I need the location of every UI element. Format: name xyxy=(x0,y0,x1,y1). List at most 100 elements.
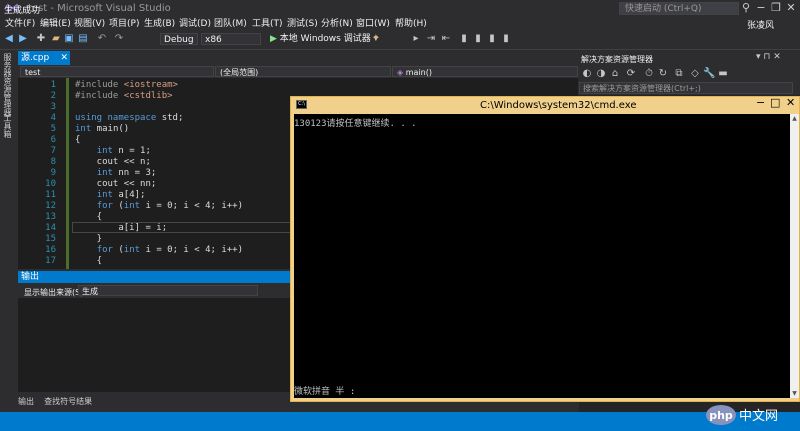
output-text-area[interactable] xyxy=(18,298,293,392)
solution-explorer-search-input[interactable]: 搜索解决方案资源管理器(Ctrl+;) xyxy=(579,82,793,94)
php-watermark-logo: php 中文网 xyxy=(706,405,778,425)
toolbox-tab[interactable]: 工具箱 xyxy=(2,114,13,138)
cmd-window-title: C:\Windows\system32\cmd.exe xyxy=(480,100,637,111)
refresh-icon[interactable]: ↻ xyxy=(657,68,669,80)
new-project-icon[interactable]: ✚ xyxy=(35,33,47,45)
menu-tools[interactable]: 工具(T) xyxy=(252,18,283,30)
cmd-maximize-icon[interactable]: □ xyxy=(770,96,780,110)
menu-build[interactable]: 生成(B) xyxy=(144,18,175,30)
outdent-icon[interactable]: ⇤ xyxy=(440,33,452,45)
bookmark-icon[interactable]: ▮ xyxy=(458,33,470,45)
home-icon[interactable]: ⌂ xyxy=(609,68,621,80)
member-select[interactable]: ◈ main() xyxy=(392,66,578,77)
indent-icon[interactable]: ⇥ xyxy=(425,33,437,45)
menu-view[interactable]: 视图(V) xyxy=(74,18,105,30)
clear-bookmarks-icon[interactable]: ▮ xyxy=(500,33,512,45)
start-debugging-button[interactable]: ▶ 本地 Windows 调试器 ▾ xyxy=(270,33,378,45)
close-icon[interactable]: ✕ xyxy=(782,0,800,16)
step-icon[interactable]: ▸ xyxy=(410,33,422,45)
open-file-icon[interactable]: ▰ xyxy=(50,33,62,45)
code-line: a[i] = i; xyxy=(75,223,168,233)
code-line: int n = 1; xyxy=(96,146,151,156)
toolbar: ◀ ▶ ✚ ▰ ▣ ▤ ↶ ↷ Debug x86 ▶ 本地 Windows 调… xyxy=(0,31,800,50)
menu-bar: 文件(F) 编辑(E) 视图(V) 项目(P) 生成(B) 调试(D) 团队(M… xyxy=(0,18,800,30)
server-explorer-tab[interactable]: 服务器资源管理器 xyxy=(2,53,13,117)
undo-icon[interactable]: ↶ xyxy=(96,33,108,45)
forward-icon[interactable]: ◑ xyxy=(595,68,607,80)
cmd-vertical-scrollbar[interactable]: ▲ ▼ xyxy=(790,114,799,398)
show-all-files-icon[interactable]: ◇ xyxy=(689,68,701,80)
solution-configuration-select[interactable]: Debug xyxy=(160,33,198,45)
menu-window[interactable]: 窗口(W) xyxy=(356,18,390,30)
find-symbol-results-tab[interactable]: 查找符号结果 xyxy=(44,397,92,406)
code-line: #include <iostream> xyxy=(75,80,178,90)
attach-icon[interactable]: ✦ xyxy=(370,33,382,45)
menu-test[interactable]: 测试(S) xyxy=(287,18,318,30)
solution-platform-select[interactable]: x86 xyxy=(201,33,261,45)
menu-debug[interactable]: 调试(D) xyxy=(179,18,211,30)
scope-select[interactable]: (全局范围) xyxy=(215,66,391,77)
menu-edit[interactable]: 编辑(E) xyxy=(40,18,71,30)
php-logo-text: php xyxy=(709,409,733,422)
line-number: 3 xyxy=(50,102,56,112)
code-line: } xyxy=(75,234,103,244)
search-icon[interactable]: ⚲ xyxy=(742,1,750,14)
redo-icon[interactable]: ↷ xyxy=(113,33,125,45)
cmd-app-icon[interactable]: C:\ xyxy=(296,100,307,109)
line-number: 11 xyxy=(45,190,56,200)
cmd-minimize-icon[interactable]: − xyxy=(756,96,765,110)
collapse-all-icon[interactable]: ⧉ xyxy=(673,68,685,80)
code-line: using namespace std; xyxy=(75,113,184,123)
menu-help[interactable]: 帮助(H) xyxy=(395,18,427,30)
line-number: 17 xyxy=(45,256,56,266)
output-panel-header[interactable]: 输出 xyxy=(18,271,293,283)
quick-launch-input[interactable]: 快速启动 (Ctrl+Q) xyxy=(619,2,739,15)
output-tab[interactable]: 输出 xyxy=(18,397,34,406)
left-tool-strip: 服务器资源管理器 工具箱 xyxy=(0,50,16,395)
code-line: cout << nn; xyxy=(75,179,157,189)
scroll-down-icon[interactable]: ▼ xyxy=(790,389,799,398)
properties-icon[interactable]: 🔧 xyxy=(703,68,715,80)
code-line: { xyxy=(75,135,81,145)
prev-bookmark-icon[interactable]: ▮ xyxy=(472,33,484,45)
editor-navigation-bar: test (全局范围) ◈ main() xyxy=(18,65,578,79)
code-line: int main() xyxy=(75,124,130,134)
project-select[interactable]: test xyxy=(20,66,214,77)
output-source-select[interactable]: 生成 xyxy=(78,285,258,296)
menu-team[interactable]: 团队(M) xyxy=(214,18,247,30)
save-icon[interactable]: ▣ xyxy=(63,33,75,45)
next-bookmark-icon[interactable]: ▮ xyxy=(486,33,498,45)
code-line: { xyxy=(75,256,103,266)
menu-project[interactable]: 项目(P) xyxy=(109,18,139,30)
document-tab-source-cpp[interactable]: 源.cpp ✕ xyxy=(18,51,70,65)
code-line: #include <cstdlib> xyxy=(75,91,173,101)
cmd-console-area[interactable]: 130123请按任意键继续. . . 微软拼音 半 : xyxy=(294,114,790,398)
back-icon[interactable]: ◐ xyxy=(581,68,593,80)
line-number: 10 xyxy=(45,179,56,189)
ime-status-text: 微软拼音 半 : xyxy=(294,387,356,397)
line-number: 9 xyxy=(50,168,56,178)
line-number: 16 xyxy=(45,245,56,255)
back-icon[interactable]: ◀ xyxy=(3,33,15,45)
panel-pin-icon[interactable]: ▾ ⊓ ✕ xyxy=(756,52,781,62)
close-tab-icon[interactable]: ✕ xyxy=(60,51,68,65)
line-number: 1 xyxy=(50,80,56,90)
forward-icon[interactable]: ▶ xyxy=(17,33,29,45)
line-number: 4 xyxy=(50,113,56,123)
sync-icon[interactable]: ⟳ xyxy=(625,68,637,80)
cmd-close-icon[interactable]: ✕ xyxy=(786,96,795,110)
line-number: 5 xyxy=(50,124,56,134)
play-icon: ▶ xyxy=(270,34,277,44)
scroll-up-icon[interactable]: ▲ xyxy=(790,114,799,123)
user-name[interactable]: 张凌风 xyxy=(747,18,774,31)
bottom-tab-strip: 输出 查找符号结果 xyxy=(18,396,92,406)
solution-explorer-toolbar: ◐ ◑ ⌂ ⟳ ⏱ ↻ ⧉ ◇ 🔧 ▬ xyxy=(579,66,800,80)
pending-changes-icon[interactable]: ⏱ xyxy=(643,68,655,80)
menu-file[interactable]: 文件(F) xyxy=(5,18,35,30)
status-bar xyxy=(0,412,800,431)
menu-analyze[interactable]: 分析(N) xyxy=(321,18,353,30)
preview-icon[interactable]: ▬ xyxy=(717,68,729,80)
line-number: 6 xyxy=(50,135,56,145)
save-all-icon[interactable]: ▤ xyxy=(77,33,89,45)
code-line: for (int i = 0; i < 4; i++) xyxy=(96,201,244,211)
